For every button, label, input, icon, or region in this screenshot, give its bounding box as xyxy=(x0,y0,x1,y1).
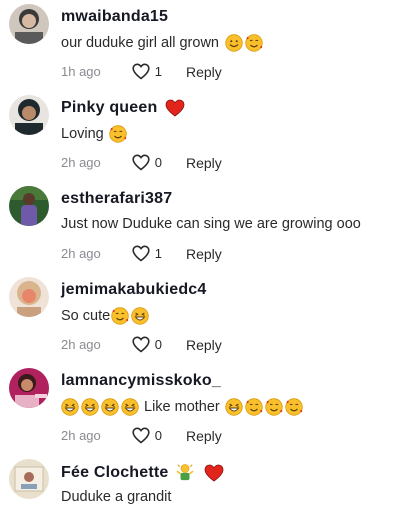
like-button[interactable]: 0 xyxy=(132,154,162,171)
comment-username[interactable]: Fée Clochette xyxy=(61,463,224,483)
comment-meta: 2h ago 1 Reply xyxy=(61,245,222,262)
like-count: 1 xyxy=(154,64,162,79)
comment-text: So cute xyxy=(61,307,149,325)
comment-username[interactable]: lamnancymisskoko_ xyxy=(61,372,221,390)
smiling-face-with-hearts-icon xyxy=(245,34,263,52)
comment-meta: 1h ago 1 Reply xyxy=(61,63,222,80)
like-button[interactable]: 0 xyxy=(132,427,162,444)
person-shrugging-icon xyxy=(175,463,196,483)
comment-time: 2h ago xyxy=(61,337,101,352)
red-heart-icon xyxy=(204,464,224,482)
reply-button[interactable]: Reply xyxy=(186,337,222,353)
smiling-face-with-hearts-icon xyxy=(109,125,127,143)
comment-text: our duduke girl all grown xyxy=(61,34,263,52)
heart-outline-icon xyxy=(132,336,150,353)
avatar[interactable] xyxy=(9,277,49,317)
comment-meta: 2h ago 0 Reply xyxy=(61,427,222,444)
reply-button[interactable]: Reply xyxy=(186,64,222,80)
grinning-squinting-face-icon xyxy=(225,398,243,416)
red-heart-icon xyxy=(165,99,185,117)
grinning-squinting-face-icon xyxy=(131,307,149,325)
smiling-face-icon xyxy=(225,34,243,52)
avatar[interactable] xyxy=(9,186,49,226)
avatar[interactable] xyxy=(9,368,49,408)
heart-outline-icon xyxy=(132,63,150,80)
like-button[interactable]: 1 xyxy=(132,245,162,262)
heart-outline-icon xyxy=(132,427,150,444)
smiling-face-with-hearts-icon xyxy=(111,307,129,325)
comment-username[interactable]: mwaibanda15 xyxy=(61,8,168,26)
comment-meta: 2h ago 0 Reply xyxy=(61,154,222,171)
reply-button[interactable]: Reply xyxy=(186,155,222,171)
like-count: 0 xyxy=(154,428,162,443)
comment-text: Duduke a grandit xyxy=(61,489,172,505)
reply-button[interactable]: Reply xyxy=(186,246,222,262)
comment-username[interactable]: jemimakabukiedc4 xyxy=(61,281,207,299)
smiling-face-with-hearts-icon xyxy=(245,398,263,416)
smiling-face-with-hearts-icon xyxy=(265,398,283,416)
avatar[interactable] xyxy=(9,4,49,44)
heart-outline-icon xyxy=(132,245,150,262)
reply-button[interactable]: Reply xyxy=(186,428,222,444)
like-count: 1 xyxy=(154,246,162,261)
grinning-squinting-face-icon xyxy=(61,398,79,416)
like-button[interactable]: 0 xyxy=(132,336,162,353)
comment-time: 2h ago xyxy=(61,428,101,443)
comment-text: Like mother xyxy=(61,398,303,416)
like-button[interactable]: 1 xyxy=(132,63,162,80)
grinning-squinting-face-icon xyxy=(81,398,99,416)
avatar[interactable] xyxy=(9,459,49,499)
grinning-squinting-face-icon xyxy=(121,398,139,416)
grinning-squinting-face-icon xyxy=(101,398,119,416)
smiling-face-with-hearts-icon xyxy=(285,398,303,416)
like-count: 0 xyxy=(154,155,162,170)
comment-username[interactable]: estherafari387 xyxy=(61,190,172,208)
comment-time: 2h ago xyxy=(61,155,101,170)
heart-outline-icon xyxy=(132,154,150,171)
comment-text: Loving xyxy=(61,125,127,143)
comment-time: 1h ago xyxy=(61,64,101,79)
comment-time: 2h ago xyxy=(61,246,101,261)
avatar[interactable] xyxy=(9,95,49,135)
like-count: 0 xyxy=(154,337,162,352)
comment-text: Just now Duduke can sing we are growing … xyxy=(61,216,361,232)
comment-username[interactable]: Pinky queen xyxy=(61,99,185,117)
comment-meta: 2h ago 0 Reply xyxy=(61,336,222,353)
